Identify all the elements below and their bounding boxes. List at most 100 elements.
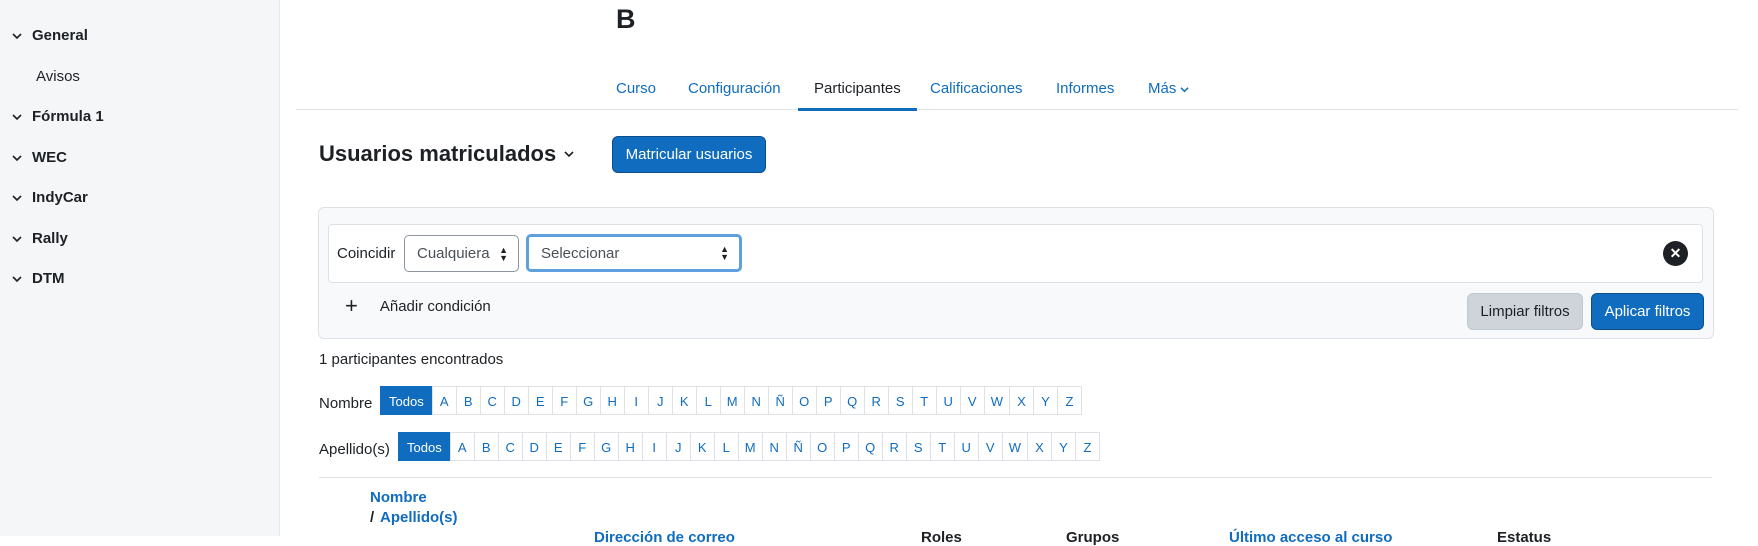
last-initial-bar: Todos A B C D E F G H I J K L M N Ñ O P Q R S T U V W X Y Z: [398, 432, 1100, 461]
last-initial-letter[interactable]: K: [689, 432, 715, 461]
add-condition-label: Añadir condición: [379, 297, 491, 315]
tab-participantes[interactable]: Participantes: [798, 70, 917, 111]
first-initial-letter[interactable]: P: [815, 386, 841, 415]
section-formula1[interactable]: Fórmula 1: [12, 108, 104, 125]
tab-informes[interactable]: Informes: [1056, 70, 1114, 108]
apply-filters-button[interactable]: Aplicar filtros: [1591, 293, 1704, 330]
first-initial-letter[interactable]: V: [959, 386, 985, 415]
last-initial-letter[interactable]: E: [545, 432, 571, 461]
chevron-down-icon: [564, 151, 574, 158]
first-initial-letter[interactable]: F: [551, 386, 577, 415]
last-initial-letter[interactable]: F: [569, 432, 595, 461]
first-initial-letter[interactable]: Z: [1056, 386, 1082, 415]
section-label: Fórmula 1: [32, 108, 104, 125]
groups-header: Grupos: [1066, 529, 1120, 546]
first-initial-letter[interactable]: D: [503, 386, 529, 415]
section-general[interactable]: General: [12, 27, 88, 44]
chevron-down-icon: [12, 32, 22, 39]
last-initial-letter[interactable]: C: [497, 432, 523, 461]
sort-last-access-header[interactable]: Último acceso al curso: [1229, 529, 1392, 546]
last-initial-letter[interactable]: N: [761, 432, 787, 461]
last-initial-label: Apellido(s): [319, 441, 390, 458]
close-icon: ✕: [1669, 245, 1682, 261]
first-initial-letter[interactable]: M: [719, 386, 745, 415]
tab-curso[interactable]: Curso: [616, 70, 656, 108]
last-initial-letter[interactable]: J: [665, 432, 691, 461]
first-initial-letter[interactable]: U: [935, 386, 961, 415]
first-initial-letter[interactable]: N: [743, 386, 769, 415]
first-initial-letter[interactable]: S: [887, 386, 913, 415]
sort-name-header[interactable]: Nombre: [370, 489, 427, 506]
enrolled-users-menu[interactable]: Usuarios matriculados: [319, 141, 574, 167]
section-rally[interactable]: Rally: [12, 230, 68, 247]
last-initial-letter[interactable]: L: [713, 432, 739, 461]
match-select[interactable]: Cualquiera ▲ ▼: [404, 235, 519, 272]
last-initial-letter[interactable]: X: [1026, 432, 1052, 461]
select-arrows-icon: ▲ ▼: [499, 244, 508, 263]
first-initial-letter[interactable]: I: [623, 386, 649, 415]
first-initial-letter[interactable]: Ñ: [767, 386, 793, 415]
last-initial-letter[interactable]: D: [521, 432, 547, 461]
chevron-down-icon: [12, 194, 22, 201]
header-slash: /: [370, 509, 375, 526]
section-dtm[interactable]: DTM: [12, 270, 65, 287]
roles-header: Roles: [921, 529, 962, 546]
last-initial-letter[interactable]: H: [617, 432, 643, 461]
section-label: WEC: [32, 149, 67, 166]
enrol-users-button[interactable]: Matricular usuarios: [612, 136, 766, 173]
last-initial-letter[interactable]: T: [929, 432, 955, 461]
status-header: Estatus: [1497, 529, 1552, 546]
first-initial-all[interactable]: Todos: [380, 386, 433, 415]
section-label: IndyCar: [32, 189, 88, 206]
clear-filters-button[interactable]: Limpiar filtros: [1467, 293, 1583, 330]
first-initial-letter[interactable]: J: [647, 386, 673, 415]
first-initial-letter[interactable]: R: [863, 386, 889, 415]
tab-calificaciones[interactable]: Calificaciones: [930, 70, 1023, 108]
chevron-down-icon: [12, 154, 22, 161]
add-condition-button[interactable]: + Añadir condición: [345, 295, 491, 317]
first-initial-letter[interactable]: G: [575, 386, 601, 415]
last-initial-letter[interactable]: B: [473, 432, 499, 461]
last-initial-letter[interactable]: A: [449, 432, 475, 461]
last-initial-letter[interactable]: Ñ: [785, 432, 811, 461]
sidebar-item-avisos[interactable]: Avisos: [36, 68, 80, 85]
first-initial-letter[interactable]: O: [791, 386, 817, 415]
first-initial-letter[interactable]: B: [455, 386, 481, 415]
last-initial-letter[interactable]: V: [977, 432, 1003, 461]
first-initial-letter[interactable]: C: [479, 386, 505, 415]
last-initial-letter[interactable]: Q: [857, 432, 883, 461]
section-wec[interactable]: WEC: [12, 149, 67, 166]
course-title: B: [616, 4, 636, 34]
last-initial-letter[interactable]: Z: [1074, 432, 1100, 461]
last-initial-letter[interactable]: O: [809, 432, 835, 461]
last-initial-letter[interactable]: S: [905, 432, 931, 461]
first-initial-letter[interactable]: K: [671, 386, 697, 415]
tab-mas[interactable]: Más: [1148, 70, 1189, 108]
first-initial-letter[interactable]: X: [1008, 386, 1034, 415]
last-initial-all[interactable]: Todos: [398, 432, 451, 461]
first-initial-letter[interactable]: E: [527, 386, 553, 415]
first-initial-letter[interactable]: A: [431, 386, 457, 415]
last-initial-letter[interactable]: M: [737, 432, 763, 461]
last-initial-letter[interactable]: W: [1001, 432, 1028, 461]
tab-mas-label: Más: [1148, 80, 1177, 97]
last-initial-letter[interactable]: G: [593, 432, 619, 461]
section-indycar[interactable]: IndyCar: [12, 189, 88, 206]
remove-filter-row-button[interactable]: ✕: [1663, 241, 1688, 266]
first-initial-letter[interactable]: H: [599, 386, 625, 415]
sort-email-header[interactable]: Dirección de correo: [594, 529, 735, 546]
filter-type-select[interactable]: Seleccionar ▲ ▼: [526, 234, 742, 272]
last-initial-letter[interactable]: R: [881, 432, 907, 461]
last-initial-letter[interactable]: Y: [1050, 432, 1076, 461]
sort-surname-header[interactable]: Apellido(s): [380, 509, 458, 526]
tab-configuracion[interactable]: Configuración: [688, 70, 781, 108]
last-initial-letter[interactable]: P: [833, 432, 859, 461]
first-initial-letter[interactable]: Y: [1032, 386, 1058, 415]
first-initial-letter[interactable]: L: [695, 386, 721, 415]
first-initial-letter[interactable]: T: [911, 386, 937, 415]
last-initial-letter[interactable]: U: [953, 432, 979, 461]
course-index-sidebar: General Avisos Fórmula 1 WEC IndyCar Ral…: [0, 0, 280, 536]
first-initial-letter[interactable]: Q: [839, 386, 865, 415]
first-initial-letter[interactable]: W: [983, 386, 1010, 415]
last-initial-letter[interactable]: I: [641, 432, 667, 461]
